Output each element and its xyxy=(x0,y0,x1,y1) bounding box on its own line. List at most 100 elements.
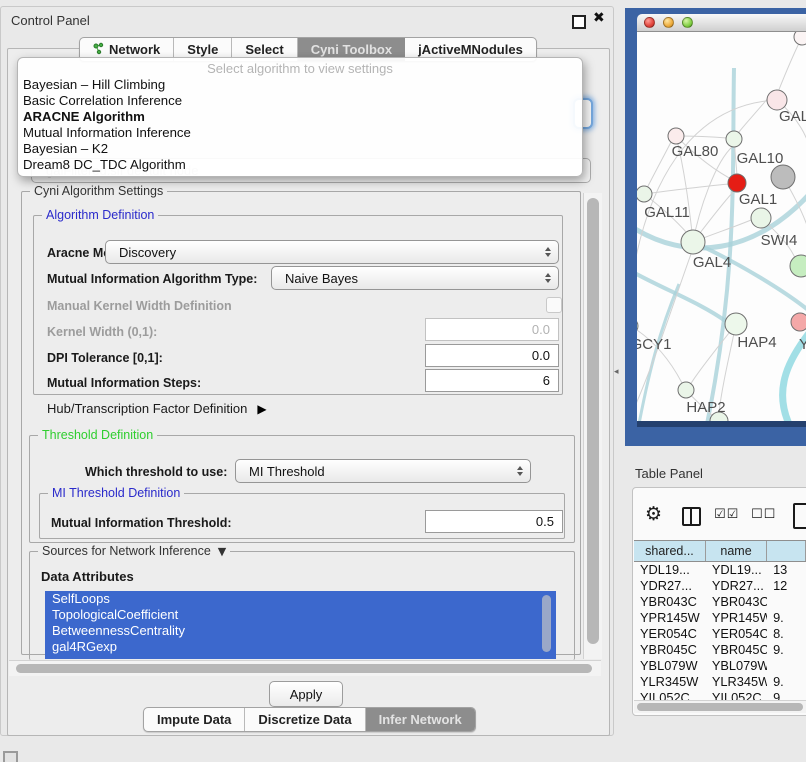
table-cell[interactable]: YBR043C xyxy=(634,594,706,610)
dpi-tolerance-field[interactable]: 0.0 xyxy=(425,344,559,367)
table-cell[interactable]: 12 xyxy=(767,578,806,594)
aracne-mode-select[interactable]: Discovery xyxy=(105,240,559,264)
network-node[interactable] xyxy=(725,313,747,335)
table-row[interactable]: YBR043CYBR043C xyxy=(634,594,806,610)
table-cell[interactable]: 9. xyxy=(767,642,806,658)
network-edge[interactable] xyxy=(644,142,671,194)
table-cell[interactable]: YIL052C xyxy=(634,690,706,700)
table-cell[interactable]: YIL052C xyxy=(706,690,767,700)
table-cell[interactable]: 9. xyxy=(767,610,806,626)
tab-infer-network[interactable]: Infer Network xyxy=(366,708,475,731)
attribute-item[interactable]: TopologicalCoefficient xyxy=(45,607,556,623)
table-cell[interactable]: YPR145W xyxy=(706,610,767,626)
table-cell[interactable]: 13 xyxy=(767,562,806,578)
network-node[interactable] xyxy=(767,90,787,110)
network-edge[interactable] xyxy=(637,270,727,322)
table-row[interactable]: YBR045CYBR045C9. xyxy=(634,642,806,658)
table-cell[interactable]: YDL19... xyxy=(634,562,706,578)
deselect-all-checkboxes-icon[interactable]: ☐☐ xyxy=(751,507,776,522)
table-row[interactable]: YIL052CYIL052C9. xyxy=(634,690,806,700)
float-window-icon[interactable] xyxy=(572,15,586,29)
network-node[interactable] xyxy=(751,208,771,228)
apply-button[interactable]: Apply xyxy=(269,681,343,707)
network-node[interactable] xyxy=(678,382,694,398)
table-cell[interactable]: 9. xyxy=(767,690,806,700)
table-cell[interactable]: 9. xyxy=(767,674,806,690)
table-cell[interactable]: YLR345W xyxy=(706,674,767,690)
table-cell[interactable]: YER054C xyxy=(706,626,767,642)
select-all-checkboxes-icon[interactable]: ☑☑ xyxy=(714,507,739,522)
table-row[interactable]: YPR145WYPR145W9. xyxy=(634,610,806,626)
window-zoom-icon[interactable] xyxy=(682,17,693,28)
column-header-shared-name[interactable]: shared... xyxy=(634,541,706,561)
table-horizontal-scrollbar-thumb[interactable] xyxy=(637,703,803,711)
settings-vertical-scrollbar-track[interactable] xyxy=(583,193,602,659)
attribute-item[interactable]: BetweennessCentrality xyxy=(45,623,556,639)
table-cell[interactable]: YER054C xyxy=(634,626,706,642)
attributes-list-scrollbar[interactable] xyxy=(542,595,551,652)
network-node[interactable] xyxy=(726,131,742,147)
table-cell[interactable]: YBR043C xyxy=(706,594,767,610)
gear-icon[interactable]: ⚙ xyxy=(645,503,662,525)
export-table-icon[interactable] xyxy=(793,503,806,529)
column-header-name[interactable]: name xyxy=(706,541,767,561)
table-cell[interactable]: YBL079W xyxy=(706,658,767,674)
network-node[interactable] xyxy=(681,230,705,254)
close-icon[interactable]: ✖ xyxy=(593,10,605,26)
network-view-window[interactable]: GALGAL80GAL10GAL11GAL1SWI4GAL4GCY1HAP4YH… xyxy=(625,8,806,446)
network-node[interactable] xyxy=(637,318,638,334)
column-header-partial[interactable] xyxy=(767,541,806,561)
network-node[interactable] xyxy=(637,186,652,202)
table-cell[interactable]: YPR145W xyxy=(634,610,706,626)
table-cell[interactable]: YDL19... xyxy=(706,562,767,578)
network-edge[interactable] xyxy=(693,242,806,314)
hub-definition-toggle[interactable]: Hub/Transcription Factor Definition ▶ xyxy=(47,401,267,416)
manual-kernel-checkbox[interactable] xyxy=(546,297,562,313)
algorithm-option[interactable]: ARACNE Algorithm xyxy=(23,109,582,125)
attribute-item[interactable]: gal4RGexp xyxy=(45,639,556,655)
table-row[interactable]: YBL079WYBL079W xyxy=(634,658,806,674)
table-row[interactable]: YLR345WYLR345W9. xyxy=(634,674,806,690)
table-row[interactable]: YDR27...YDR27...12 xyxy=(634,578,806,594)
network-node[interactable] xyxy=(771,165,795,189)
columns-icon[interactable] xyxy=(682,507,701,526)
settings-horizontal-scrollbar-thumb[interactable] xyxy=(16,664,592,673)
attribute-item[interactable]: SelfLoops xyxy=(45,591,556,607)
table-cell[interactable]: YDR27... xyxy=(634,578,706,594)
network-node[interactable] xyxy=(791,313,806,331)
table-cell[interactable]: YBR045C xyxy=(634,642,706,658)
mi-type-select[interactable]: Naive Bayes xyxy=(271,266,559,290)
network-node[interactable] xyxy=(790,255,806,277)
table-row[interactable]: YER054CYER054C8. xyxy=(634,626,806,642)
kernel-width-field[interactable]: 0.0 xyxy=(425,318,559,341)
network-canvas[interactable]: GALGAL80GAL10GAL11GAL1SWI4GAL4GCY1HAP4YH… xyxy=(637,32,806,421)
algorithm-option[interactable]: Mutual Information Inference xyxy=(23,125,582,141)
network-node[interactable] xyxy=(794,32,806,45)
table-cell[interactable]: 8. xyxy=(767,626,806,642)
table-cell[interactable]: YLR345W xyxy=(634,674,706,690)
algorithm-option[interactable]: Bayesian – Hill Climbing xyxy=(23,77,582,93)
table-cell[interactable] xyxy=(767,658,806,674)
network-window-titlebar[interactable] xyxy=(637,14,806,32)
window-minimize-icon[interactable] xyxy=(663,17,674,28)
table-row[interactable]: YDL19...YDL19...13 xyxy=(634,562,806,578)
table-horizontal-scrollbar[interactable] xyxy=(634,700,806,713)
algorithm-option[interactable]: Basic Correlation Inference xyxy=(23,93,582,109)
network-edge[interactable] xyxy=(693,146,733,242)
table-cell[interactable]: YBR045C xyxy=(706,642,767,658)
algorithm-option[interactable]: Dream8 DC_TDC Algorithm xyxy=(23,157,582,173)
network-edge[interactable] xyxy=(778,37,802,92)
tab-impute-data[interactable]: Impute Data xyxy=(144,708,245,731)
network-node[interactable] xyxy=(668,128,684,144)
table-cell[interactable]: YDR27... xyxy=(706,578,767,594)
network-node[interactable] xyxy=(728,174,746,192)
algorithm-option[interactable]: Bayesian – K2 xyxy=(23,141,582,157)
table-cell[interactable] xyxy=(767,594,806,610)
settings-vertical-scrollbar-thumb[interactable] xyxy=(587,198,599,644)
settings-horizontal-scrollbar-track[interactable] xyxy=(9,660,601,676)
chevron-down-icon[interactable]: ▼ xyxy=(214,545,226,558)
split-divider-arrow-icon[interactable]: ◂ xyxy=(614,367,619,377)
mi-steps-field[interactable]: 6 xyxy=(425,369,559,392)
dock-mini-icon[interactable] xyxy=(3,751,18,762)
tab-discretize-data[interactable]: Discretize Data xyxy=(245,708,365,731)
